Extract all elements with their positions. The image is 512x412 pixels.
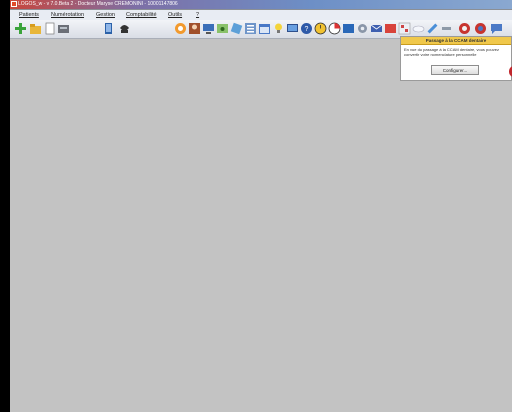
- book-icon[interactable]: [342, 22, 355, 35]
- grid-icon[interactable]: [398, 22, 411, 35]
- mail-icon[interactable]: [370, 22, 383, 35]
- pencil-icon[interactable]: [426, 22, 439, 35]
- sync-icon[interactable]: [474, 22, 487, 35]
- document-icon[interactable]: [44, 22, 57, 35]
- phone-icon[interactable]: [118, 22, 131, 35]
- notification-title: Passage à la CCAM dentaire: [401, 37, 511, 45]
- tools-icon[interactable]: [440, 22, 453, 35]
- monitor-icon[interactable]: [202, 22, 215, 35]
- configure-button[interactable]: Configurer...: [431, 65, 479, 75]
- lightbulb-icon[interactable]: [272, 22, 285, 35]
- clock-icon[interactable]: [314, 22, 327, 35]
- menu-patients[interactable]: Patients: [19, 10, 39, 20]
- lifebuoy-icon[interactable]: [174, 22, 187, 35]
- menu-comptabilite[interactable]: Comptabilité: [126, 10, 157, 20]
- folder-icon[interactable]: [384, 22, 397, 35]
- svg-text:?: ?: [305, 26, 309, 33]
- open-folder-icon[interactable]: [29, 22, 42, 35]
- menu-gestion[interactable]: Gestion: [96, 10, 115, 20]
- add-patient-icon[interactable]: [14, 22, 27, 35]
- music-icon[interactable]: [216, 22, 229, 35]
- application-window: LOGOS_w - v 7.0.Beta 2 - Docteur Maryse …: [10, 0, 512, 412]
- shield-icon[interactable]: [458, 22, 471, 35]
- computer-icon[interactable]: [286, 22, 299, 35]
- chart-icon[interactable]: [328, 22, 341, 35]
- link-icon[interactable]: [230, 22, 243, 35]
- menu-numerotation[interactable]: Numérotation: [51, 10, 84, 20]
- card-reader-icon[interactable]: [57, 22, 70, 35]
- menu-help[interactable]: ?: [196, 10, 199, 20]
- window-title: LOGOS_w - v 7.0.Beta 2 - Docteur Maryse …: [18, 1, 178, 7]
- calendar-icon[interactable]: [258, 22, 271, 35]
- menu-outils[interactable]: Outils: [168, 10, 182, 20]
- settings-icon[interactable]: [356, 22, 369, 35]
- portrait-icon[interactable]: [188, 22, 201, 35]
- notification-body: En vue du passage à la CCAM dentaire, vo…: [404, 47, 499, 57]
- tablet-icon[interactable]: [102, 22, 115, 35]
- menu-bar: Patients Numérotation Gestion Comptabili…: [10, 10, 512, 20]
- title-bar[interactable]: LOGOS_w - v 7.0.Beta 2 - Docteur Maryse …: [10, 0, 512, 10]
- list-icon[interactable]: [244, 22, 257, 35]
- chat-icon[interactable]: [490, 22, 503, 35]
- help-icon[interactable]: ?: [300, 22, 313, 35]
- app-icon[interactable]: [11, 1, 17, 7]
- notification-popup: Passage à la CCAM dentaire En vue du pas…: [400, 36, 512, 81]
- cloud-icon[interactable]: [412, 22, 425, 35]
